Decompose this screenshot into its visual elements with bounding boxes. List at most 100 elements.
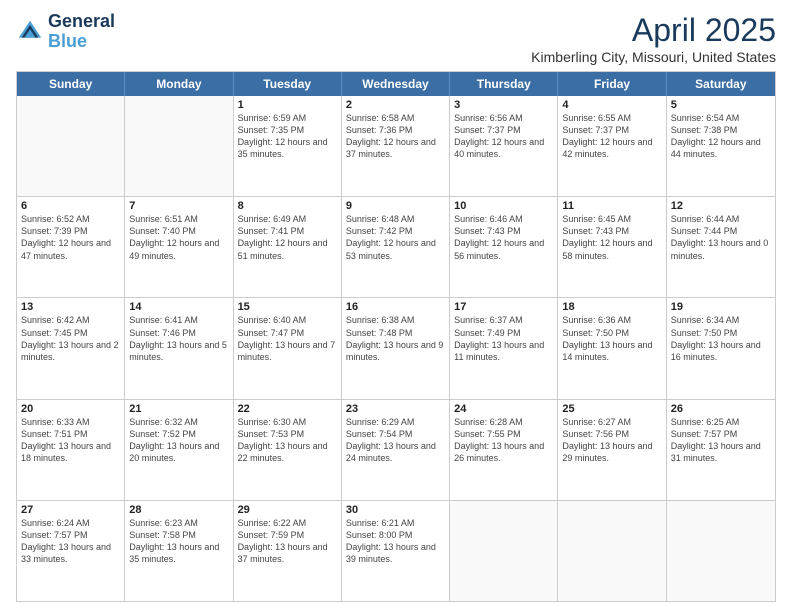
day-info: Sunrise: 6:34 AM Sunset: 7:50 PM Dayligh… (671, 314, 771, 363)
calendar-day-3: 3Sunrise: 6:56 AM Sunset: 7:37 PM Daylig… (450, 96, 558, 196)
day-info: Sunrise: 6:27 AM Sunset: 7:56 PM Dayligh… (562, 416, 661, 465)
day-number: 12 (671, 200, 771, 212)
day-number: 3 (454, 99, 553, 111)
calendar-day-empty (125, 96, 233, 196)
calendar-day-21: 21Sunrise: 6:32 AM Sunset: 7:52 PM Dayli… (125, 400, 233, 500)
day-info: Sunrise: 6:38 AM Sunset: 7:48 PM Dayligh… (346, 314, 445, 363)
calendar-day-9: 9Sunrise: 6:48 AM Sunset: 7:42 PM Daylig… (342, 197, 450, 297)
day-info: Sunrise: 6:49 AM Sunset: 7:41 PM Dayligh… (238, 213, 337, 262)
day-info: Sunrise: 6:42 AM Sunset: 7:45 PM Dayligh… (21, 314, 120, 363)
calendar-day-23: 23Sunrise: 6:29 AM Sunset: 7:54 PM Dayli… (342, 400, 450, 500)
logo: General Blue (16, 12, 115, 52)
calendar-day-6: 6Sunrise: 6:52 AM Sunset: 7:39 PM Daylig… (17, 197, 125, 297)
day-info: Sunrise: 6:24 AM Sunset: 7:57 PM Dayligh… (21, 517, 120, 566)
day-number: 15 (238, 301, 337, 313)
day-info: Sunrise: 6:51 AM Sunset: 7:40 PM Dayligh… (129, 213, 228, 262)
day-info: Sunrise: 6:37 AM Sunset: 7:49 PM Dayligh… (454, 314, 553, 363)
calendar-week-3: 13Sunrise: 6:42 AM Sunset: 7:45 PM Dayli… (17, 297, 775, 398)
calendar-day-28: 28Sunrise: 6:23 AM Sunset: 7:58 PM Dayli… (125, 501, 233, 601)
day-number: 18 (562, 301, 661, 313)
calendar-header-row: SundayMondayTuesdayWednesdayThursdayFrid… (17, 72, 775, 96)
day-info: Sunrise: 6:33 AM Sunset: 7:51 PM Dayligh… (21, 416, 120, 465)
calendar-day-4: 4Sunrise: 6:55 AM Sunset: 7:37 PM Daylig… (558, 96, 666, 196)
calendar-day-25: 25Sunrise: 6:27 AM Sunset: 7:56 PM Dayli… (558, 400, 666, 500)
title-area: April 2025 Kimberling City, Missouri, Un… (531, 12, 776, 65)
calendar-day-18: 18Sunrise: 6:36 AM Sunset: 7:50 PM Dayli… (558, 298, 666, 398)
day-number: 29 (238, 504, 337, 516)
calendar-body: 1Sunrise: 6:59 AM Sunset: 7:35 PM Daylig… (17, 96, 775, 601)
calendar-day-10: 10Sunrise: 6:46 AM Sunset: 7:43 PM Dayli… (450, 197, 558, 297)
calendar-day-empty (17, 96, 125, 196)
day-info: Sunrise: 6:58 AM Sunset: 7:36 PM Dayligh… (346, 112, 445, 161)
day-number: 20 (21, 403, 120, 415)
day-info: Sunrise: 6:32 AM Sunset: 7:52 PM Dayligh… (129, 416, 228, 465)
day-info: Sunrise: 6:59 AM Sunset: 7:35 PM Dayligh… (238, 112, 337, 161)
calendar-week-5: 27Sunrise: 6:24 AM Sunset: 7:57 PM Dayli… (17, 500, 775, 601)
calendar-day-16: 16Sunrise: 6:38 AM Sunset: 7:48 PM Dayli… (342, 298, 450, 398)
calendar-day-empty (667, 501, 775, 601)
calendar-day-2: 2Sunrise: 6:58 AM Sunset: 7:36 PM Daylig… (342, 96, 450, 196)
day-info: Sunrise: 6:36 AM Sunset: 7:50 PM Dayligh… (562, 314, 661, 363)
calendar-day-26: 26Sunrise: 6:25 AM Sunset: 7:57 PM Dayli… (667, 400, 775, 500)
calendar-day-1: 1Sunrise: 6:59 AM Sunset: 7:35 PM Daylig… (234, 96, 342, 196)
day-number: 28 (129, 504, 228, 516)
day-number: 16 (346, 301, 445, 313)
page: General Blue April 2025 Kimberling City,… (0, 0, 792, 612)
calendar-day-29: 29Sunrise: 6:22 AM Sunset: 7:59 PM Dayli… (234, 501, 342, 601)
day-number: 1 (238, 99, 337, 111)
day-info: Sunrise: 6:56 AM Sunset: 7:37 PM Dayligh… (454, 112, 553, 161)
calendar-week-1: 1Sunrise: 6:59 AM Sunset: 7:35 PM Daylig… (17, 96, 775, 196)
day-number: 10 (454, 200, 553, 212)
calendar-subtitle: Kimberling City, Missouri, United States (531, 49, 776, 65)
day-info: Sunrise: 6:40 AM Sunset: 7:47 PM Dayligh… (238, 314, 337, 363)
day-info: Sunrise: 6:46 AM Sunset: 7:43 PM Dayligh… (454, 213, 553, 262)
day-number: 24 (454, 403, 553, 415)
day-info: Sunrise: 6:23 AM Sunset: 7:58 PM Dayligh… (129, 517, 228, 566)
day-info: Sunrise: 6:54 AM Sunset: 7:38 PM Dayligh… (671, 112, 771, 161)
calendar-day-14: 14Sunrise: 6:41 AM Sunset: 7:46 PM Dayli… (125, 298, 233, 398)
calendar-day-24: 24Sunrise: 6:28 AM Sunset: 7:55 PM Dayli… (450, 400, 558, 500)
day-number: 23 (346, 403, 445, 415)
logo-text: General Blue (48, 12, 115, 52)
day-header-sunday: Sunday (17, 72, 125, 96)
calendar-day-19: 19Sunrise: 6:34 AM Sunset: 7:50 PM Dayli… (667, 298, 775, 398)
day-number: 26 (671, 403, 771, 415)
day-info: Sunrise: 6:29 AM Sunset: 7:54 PM Dayligh… (346, 416, 445, 465)
day-header-saturday: Saturday (667, 72, 775, 96)
day-number: 5 (671, 99, 771, 111)
day-header-monday: Monday (125, 72, 233, 96)
day-number: 19 (671, 301, 771, 313)
day-number: 14 (129, 301, 228, 313)
day-info: Sunrise: 6:44 AM Sunset: 7:44 PM Dayligh… (671, 213, 771, 262)
day-number: 11 (562, 200, 661, 212)
day-number: 8 (238, 200, 337, 212)
day-info: Sunrise: 6:25 AM Sunset: 7:57 PM Dayligh… (671, 416, 771, 465)
day-info: Sunrise: 6:21 AM Sunset: 8:00 PM Dayligh… (346, 517, 445, 566)
calendar: SundayMondayTuesdayWednesdayThursdayFrid… (16, 71, 776, 602)
calendar-day-8: 8Sunrise: 6:49 AM Sunset: 7:41 PM Daylig… (234, 197, 342, 297)
day-info: Sunrise: 6:30 AM Sunset: 7:53 PM Dayligh… (238, 416, 337, 465)
day-info: Sunrise: 6:55 AM Sunset: 7:37 PM Dayligh… (562, 112, 661, 161)
calendar-day-27: 27Sunrise: 6:24 AM Sunset: 7:57 PM Dayli… (17, 501, 125, 601)
day-number: 25 (562, 403, 661, 415)
calendar-day-empty (558, 501, 666, 601)
day-number: 2 (346, 99, 445, 111)
calendar-day-11: 11Sunrise: 6:45 AM Sunset: 7:43 PM Dayli… (558, 197, 666, 297)
logo-icon (16, 18, 44, 46)
calendar-week-4: 20Sunrise: 6:33 AM Sunset: 7:51 PM Dayli… (17, 399, 775, 500)
calendar-day-13: 13Sunrise: 6:42 AM Sunset: 7:45 PM Dayli… (17, 298, 125, 398)
day-info: Sunrise: 6:28 AM Sunset: 7:55 PM Dayligh… (454, 416, 553, 465)
calendar-day-empty (450, 501, 558, 601)
day-number: 22 (238, 403, 337, 415)
day-info: Sunrise: 6:48 AM Sunset: 7:42 PM Dayligh… (346, 213, 445, 262)
day-info: Sunrise: 6:41 AM Sunset: 7:46 PM Dayligh… (129, 314, 228, 363)
calendar-day-17: 17Sunrise: 6:37 AM Sunset: 7:49 PM Dayli… (450, 298, 558, 398)
calendar-day-20: 20Sunrise: 6:33 AM Sunset: 7:51 PM Dayli… (17, 400, 125, 500)
day-number: 21 (129, 403, 228, 415)
day-number: 4 (562, 99, 661, 111)
day-number: 7 (129, 200, 228, 212)
day-number: 9 (346, 200, 445, 212)
day-number: 13 (21, 301, 120, 313)
day-number: 17 (454, 301, 553, 313)
calendar-day-7: 7Sunrise: 6:51 AM Sunset: 7:40 PM Daylig… (125, 197, 233, 297)
